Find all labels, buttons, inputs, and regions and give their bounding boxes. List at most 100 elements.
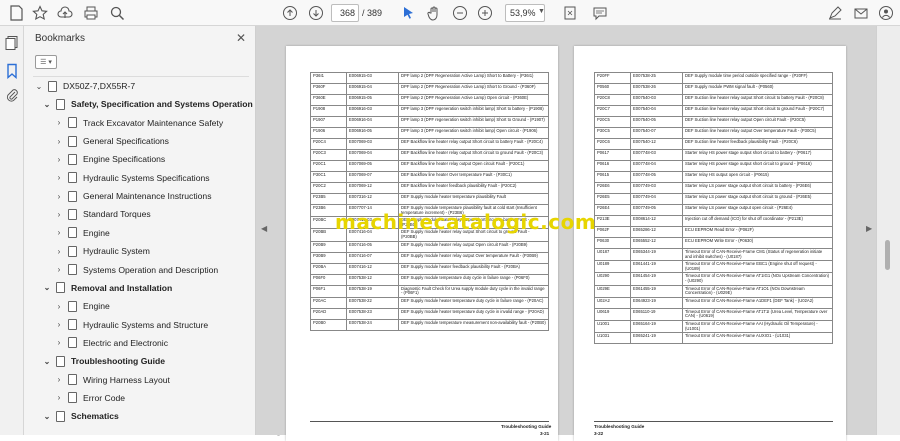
bookmarks-options-menu[interactable]: ☰ ▾ xyxy=(35,55,57,69)
error-code-cell: E007540-12 xyxy=(630,138,683,150)
chevron-right-icon[interactable]: › xyxy=(54,210,64,219)
close-icon[interactable]: ✕ xyxy=(236,31,246,45)
chevron-right-icon[interactable]: › xyxy=(54,228,64,237)
chevron-right-icon[interactable]: › xyxy=(54,137,64,146)
star-icon[interactable] xyxy=(30,3,50,23)
description-cell: Timeout Error of CAN-Receive-Frame AT1IG… xyxy=(682,272,833,286)
bookmark-document-icon xyxy=(68,392,77,404)
chevron-right-icon[interactable]: › xyxy=(54,338,64,347)
bookmark-item[interactable]: › Hydraulic Systems and Structure xyxy=(54,316,208,334)
bookmarks-panel-icon[interactable] xyxy=(4,63,20,80)
bookmark-item[interactable]: › General Specifications xyxy=(54,132,169,150)
table-row: P20AD E007538-23 DEF Supply module heater … xyxy=(310,307,549,320)
comment-icon[interactable] xyxy=(590,3,610,23)
zoom-dropdown-icon[interactable]: ▼ xyxy=(538,8,545,15)
bookmark-item[interactable]: › Error Code xyxy=(54,389,125,407)
bookmark-label: Engine xyxy=(83,301,110,312)
table-row: P20C4 E007069-03 DEF Backflow line heater … xyxy=(310,138,549,150)
bookmark-label: General Maintenance Instructions xyxy=(83,191,212,202)
bookmark-document-icon xyxy=(68,117,77,129)
upload-cloud-icon[interactable] xyxy=(55,3,75,23)
page-footer-title: Troubleshooting Guide xyxy=(594,424,645,429)
zoom-out-icon[interactable] xyxy=(450,3,470,23)
bookmark-document-icon xyxy=(68,337,77,349)
bookmark-label: General Specifications xyxy=(83,136,169,147)
bookmark-item[interactable]: › General Maintenance Instructions xyxy=(54,187,212,205)
bookmark-item[interactable]: › Wiring Harness Layout xyxy=(54,371,170,389)
chevron-right-icon[interactable]: › xyxy=(54,118,64,127)
table-row: P20B9 E007416-05 DEF Supply module heater … xyxy=(310,240,549,253)
chevron-right-icon[interactable]: › xyxy=(54,375,64,384)
hand-tool-icon[interactable] xyxy=(424,3,444,23)
bookmark-item[interactable]: › Engine xyxy=(54,224,110,242)
table-row: P26E4 E007749-05 Starter relay LS power st… xyxy=(594,204,833,216)
chevron-right-icon[interactable]: › xyxy=(54,192,64,201)
chevron-right-icon[interactable]: › xyxy=(54,302,64,311)
bookmark-root[interactable]: ⌄ DX50Z-7,DX55R-7 xyxy=(34,77,135,95)
chevron-right-icon[interactable]: › xyxy=(54,155,64,164)
prev-page-arrow-icon[interactable]: ◀ xyxy=(261,224,267,233)
table-row: P23B5 E007316-12 DEF Supply module heater … xyxy=(310,193,549,205)
chevron-right-icon[interactable]: › xyxy=(54,173,64,182)
fault-code-cell: P20C3 xyxy=(310,149,347,161)
chevron-down-icon[interactable]: ⌄ xyxy=(42,357,52,366)
bookmark-item[interactable]: › Hydraulic Systems Specifications xyxy=(54,169,210,187)
chevron-right-icon[interactable]: › xyxy=(54,247,64,256)
fault-code-cell: P360F xyxy=(310,83,347,95)
zoom-in-icon[interactable] xyxy=(475,3,495,23)
sign-pen-icon[interactable] xyxy=(825,3,845,23)
bookmark-item[interactable]: › Track Excavator Maintenance Safety xyxy=(54,114,223,132)
page-down-icon[interactable] xyxy=(306,3,326,23)
vertical-scrollbar[interactable] xyxy=(876,26,900,435)
bookmark-item[interactable]: › Standard Torques xyxy=(54,205,151,223)
bookmark-add-icon[interactable] xyxy=(6,3,26,23)
bookmark-item[interactable]: › Hydraulic System xyxy=(54,242,150,260)
bookmark-section[interactable]: ⌄ Removal and Installation xyxy=(42,279,172,297)
scrollbar-thumb[interactable] xyxy=(885,240,890,270)
bookmark-item[interactable]: › Engine Specifications xyxy=(54,150,165,168)
print-icon[interactable] xyxy=(81,3,101,23)
error-code-cell: E065344-19 xyxy=(630,247,683,262)
attachments-icon[interactable] xyxy=(4,88,20,104)
page-thumbnails-icon[interactable] xyxy=(4,35,20,51)
search-icon[interactable] xyxy=(107,3,127,23)
share-email-icon[interactable] xyxy=(851,3,871,23)
chevron-down-icon[interactable]: ⌄ xyxy=(34,82,44,91)
bookmark-document-icon xyxy=(68,319,77,331)
next-page-arrow-icon[interactable]: ▶ xyxy=(866,224,872,233)
chevron-right-icon[interactable]: › xyxy=(54,265,64,274)
fit-page-icon[interactable] xyxy=(560,3,580,23)
table-row: P1908 E006916-03 DPF lamp 3 (DPF regenerat… xyxy=(310,105,549,117)
fault-code-cell: P30C1 xyxy=(310,171,347,183)
table-row: P20BA E007416-12 DEF Supply module heater … xyxy=(310,262,549,275)
chevron-right-icon[interactable]: › xyxy=(54,393,64,402)
bookmark-document-icon xyxy=(48,80,57,92)
description-cell: DEF Suction line heater relay output Ope… xyxy=(682,116,833,128)
chevron-down-icon[interactable]: ⌄ xyxy=(42,412,52,421)
error-code-cell: E061441-19 xyxy=(630,260,683,274)
error-code-cell: E007748-04 xyxy=(630,160,683,172)
bookmark-item[interactable]: › Engine xyxy=(54,297,110,315)
chevron-down-icon[interactable]: ⌄ xyxy=(42,283,52,292)
bookmark-item[interactable]: › Electric and Electronic xyxy=(54,334,168,352)
page-total: / 389 xyxy=(362,8,383,18)
table-row: U1001 E065164-19 Timeout Error of CAN-Rece… xyxy=(594,319,833,334)
bookmark-section[interactable]: ⌄ Schematics xyxy=(42,407,119,425)
bookmark-label: DX50Z-7,DX55R-7 xyxy=(63,81,136,91)
description-cell: DEF Supply module heater temperature pla… xyxy=(398,193,549,205)
bookmark-item[interactable]: › Systems Operation and Description xyxy=(54,261,218,279)
description-cell: Timeout Error of CAN-Receive-Frame AAI (… xyxy=(682,319,833,334)
bookmark-document-icon xyxy=(68,227,77,239)
chevron-right-icon[interactable]: › xyxy=(54,320,64,329)
chevron-down-icon[interactable]: ⌄ xyxy=(42,100,52,109)
table-row: P20C1 E007069-05 DEF Backflow line heater … xyxy=(310,160,549,172)
description-cell: DPF lamp 2 (DPF Regeneration Active Lamp… xyxy=(398,94,549,106)
page-number-input[interactable]: 368 xyxy=(331,4,359,22)
account-icon[interactable] xyxy=(876,3,896,23)
bookmark-section[interactable]: ⌄ Safety, Specification and Systems Opera… xyxy=(42,95,253,113)
select-cursor-icon[interactable] xyxy=(398,3,418,23)
description-cell: DPF lamp 3 (DPF regeneration switch inhi… xyxy=(398,105,549,117)
description-cell: DPF lamp 3 (DPF regeneration switch inhi… xyxy=(398,116,549,128)
page-up-icon[interactable] xyxy=(280,3,300,23)
bookmark-section[interactable]: ⌄ Troubleshooting Guide xyxy=(42,352,165,370)
